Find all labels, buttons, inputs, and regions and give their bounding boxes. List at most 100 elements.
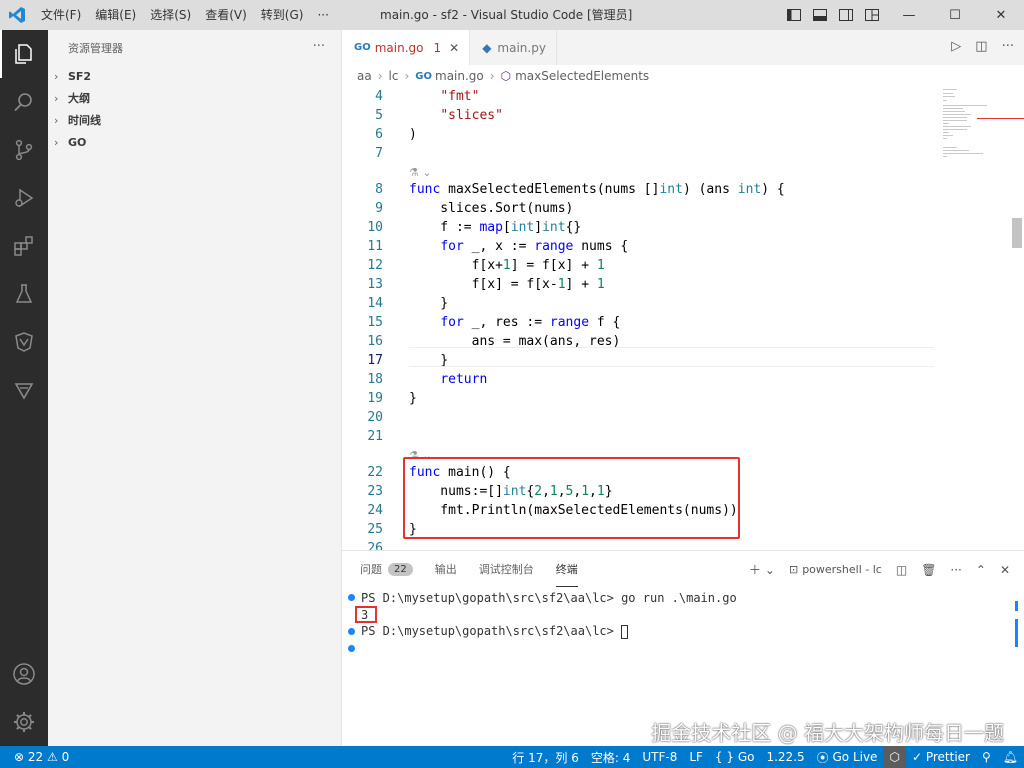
tab-output[interactable]: 输出 [435, 551, 457, 587]
code-line: 11 for _, x := range nums { [342, 237, 937, 256]
maximize-panel-icon[interactable]: ⌃ [976, 563, 986, 577]
code-line: 13 f[x] = f[x-1] + 1 [342, 275, 937, 294]
prettier-status[interactable]: ✓ Prettier [906, 746, 976, 768]
more-actions-icon[interactable]: ··· [1002, 39, 1014, 54]
code-line: 12 f[x+1] = f[x] + 1 [342, 256, 937, 275]
breadcrumb-item[interactable]: main.go [435, 69, 484, 83]
remote-icon: ⬡ [889, 750, 900, 764]
line-number: 6 [375, 127, 383, 142]
section-outline[interactable]: › 大纲 [48, 87, 341, 109]
prettier-triangle-icon[interactable] [0, 366, 48, 414]
sidebar-title: 资源管理器 [68, 41, 123, 55]
close-tab-icon[interactable]: ✕ [449, 41, 459, 55]
trash-icon[interactable]: 🗑 [921, 563, 936, 577]
code-text: } [409, 391, 417, 406]
terminal-output[interactable]: PS D:\mysetup\gopath\src\sf2\aa\lc> go r… [342, 589, 1024, 657]
line-number: 5 [375, 108, 383, 123]
menu-file[interactable]: 文件(F) [34, 0, 88, 30]
terminal-line: PS D:\mysetup\gopath\src\sf2\aa\lc> [342, 623, 1024, 640]
language-mode[interactable]: { } Go [709, 746, 761, 768]
encoding[interactable]: UTF-8 [636, 746, 683, 768]
go-live-button[interactable]: ⦿ Go Live [811, 746, 884, 768]
check-icon: ✓ [911, 750, 922, 764]
menu-edit[interactable]: 编辑(E) [88, 0, 143, 30]
end-of-line[interactable]: LF [683, 746, 709, 768]
minimize-button[interactable]: — [886, 0, 932, 30]
accounts-status-icon[interactable]: ⚲ [976, 746, 997, 768]
notifications-bell-icon[interactable]: 🔔︎ [997, 746, 1024, 768]
menu-selection[interactable]: 选择(S) [143, 0, 198, 30]
source-control-icon[interactable] [0, 126, 48, 174]
line-number: 12 [367, 258, 383, 273]
maximize-button[interactable]: ☐ [932, 0, 978, 30]
remote-explorer-icon[interactable] [0, 318, 48, 366]
run-debug-icon[interactable] [0, 174, 48, 222]
chevron-down-icon[interactable]: ⌄ [765, 563, 775, 577]
section-workspace[interactable]: › SF2 [48, 65, 341, 87]
breadcrumb-item[interactable]: lc [389, 69, 399, 83]
toggle-panel-icon[interactable] [812, 7, 828, 23]
section-timeline[interactable]: › 时间线 [48, 109, 341, 131]
line-number: 4 [375, 89, 383, 104]
line-number: 7 [375, 146, 383, 161]
highlight-box-main-func [403, 457, 740, 539]
bottom-panel: 问题 22 输出 调试控制台 终端 ＋ ⌄ ⊡ powershell - lc ◫ … [342, 550, 1024, 746]
tab-main-go[interactable]: GO main.go 1 ✕ [342, 30, 471, 65]
line-number: 14 [367, 296, 383, 311]
codelens-icon[interactable]: ⚗ ⌄ [409, 166, 432, 179]
toggle-primary-sidebar-icon[interactable] [786, 7, 802, 23]
tab-label: 输出 [434, 563, 457, 576]
settings-gear-icon[interactable] [0, 698, 48, 746]
close-panel-icon[interactable]: ✕ [1000, 563, 1010, 577]
split-editor-icon[interactable]: ◫ [975, 39, 987, 54]
breadcrumb-item[interactable]: aa [357, 69, 372, 83]
shell-label: powershell - lc [802, 563, 882, 576]
editor-scrollbar[interactable] [1010, 87, 1024, 550]
tab-main-py[interactable]: ◆ main.py [470, 30, 557, 65]
problems-status[interactable]: ⊗ 22 ⚠ 0 [0, 746, 75, 768]
terminal-line: PS D:\mysetup\gopath\src\sf2\aa\lc> go r… [342, 589, 1024, 606]
terminal-selector[interactable]: ⊡ powershell - lc [789, 563, 882, 576]
tab-debug-console[interactable]: 调试控制台 [479, 551, 534, 587]
code-line: 14 } [342, 294, 937, 313]
menu-goto[interactable]: 转到(G) [254, 0, 311, 30]
line-number: 20 [367, 410, 383, 425]
toggle-secondary-sidebar-icon[interactable] [838, 7, 854, 23]
search-icon[interactable] [0, 78, 48, 126]
cursor-position[interactable]: 行 17，列 6 [506, 746, 585, 768]
remote-status[interactable]: ⬡ [883, 746, 906, 768]
account-icon[interactable] [0, 650, 48, 698]
section-label: 大纲 [68, 92, 90, 105]
code-line: 21 [342, 427, 937, 446]
more-actions-icon[interactable]: ··· [950, 563, 961, 577]
explorer-icon[interactable] [0, 30, 48, 78]
extensions-icon[interactable] [0, 222, 48, 270]
testing-icon[interactable] [0, 270, 48, 318]
command-status-dot [348, 645, 355, 652]
tab-label: main.py [497, 40, 546, 55]
tab-problems[interactable]: 问题 22 [360, 551, 413, 587]
tab-terminal[interactable]: 终端 [555, 551, 578, 587]
code-text: for _, x := range nums { [440, 239, 629, 254]
code-line: 26 [342, 539, 937, 550]
window-title: main.go - sf2 - Visual Studio Code [管理员] [380, 8, 633, 22]
indentation[interactable]: 空格: 4 [585, 746, 637, 768]
menu-view[interactable]: 查看(V) [198, 0, 254, 30]
sidebar-more-actions-icon[interactable]: ··· [313, 39, 325, 54]
new-terminal-icon[interactable]: ＋ [749, 561, 761, 578]
section-label: SF2 [68, 69, 92, 83]
run-file-icon[interactable]: ▷ [951, 39, 961, 54]
code-text: ) [409, 127, 417, 142]
go-version[interactable]: 1.22.5 [760, 746, 810, 768]
python-file-icon: ◆ [482, 40, 492, 55]
close-window-button[interactable]: ✕ [978, 0, 1024, 30]
terminal-text: PS D:\mysetup\gopath\src\sf2\aa\lc> go r… [361, 590, 737, 605]
customize-layout-icon[interactable] [864, 7, 880, 23]
line-number: 26 [367, 541, 383, 550]
breadcrumb-item[interactable]: maxSelectedElements [515, 69, 649, 83]
line-number: 23 [367, 484, 383, 499]
split-terminal-icon[interactable]: ◫ [896, 563, 907, 577]
menu-more[interactable]: ··· [310, 0, 335, 30]
section-go[interactable]: › GO [48, 131, 341, 153]
line-number: 8 [375, 182, 383, 197]
